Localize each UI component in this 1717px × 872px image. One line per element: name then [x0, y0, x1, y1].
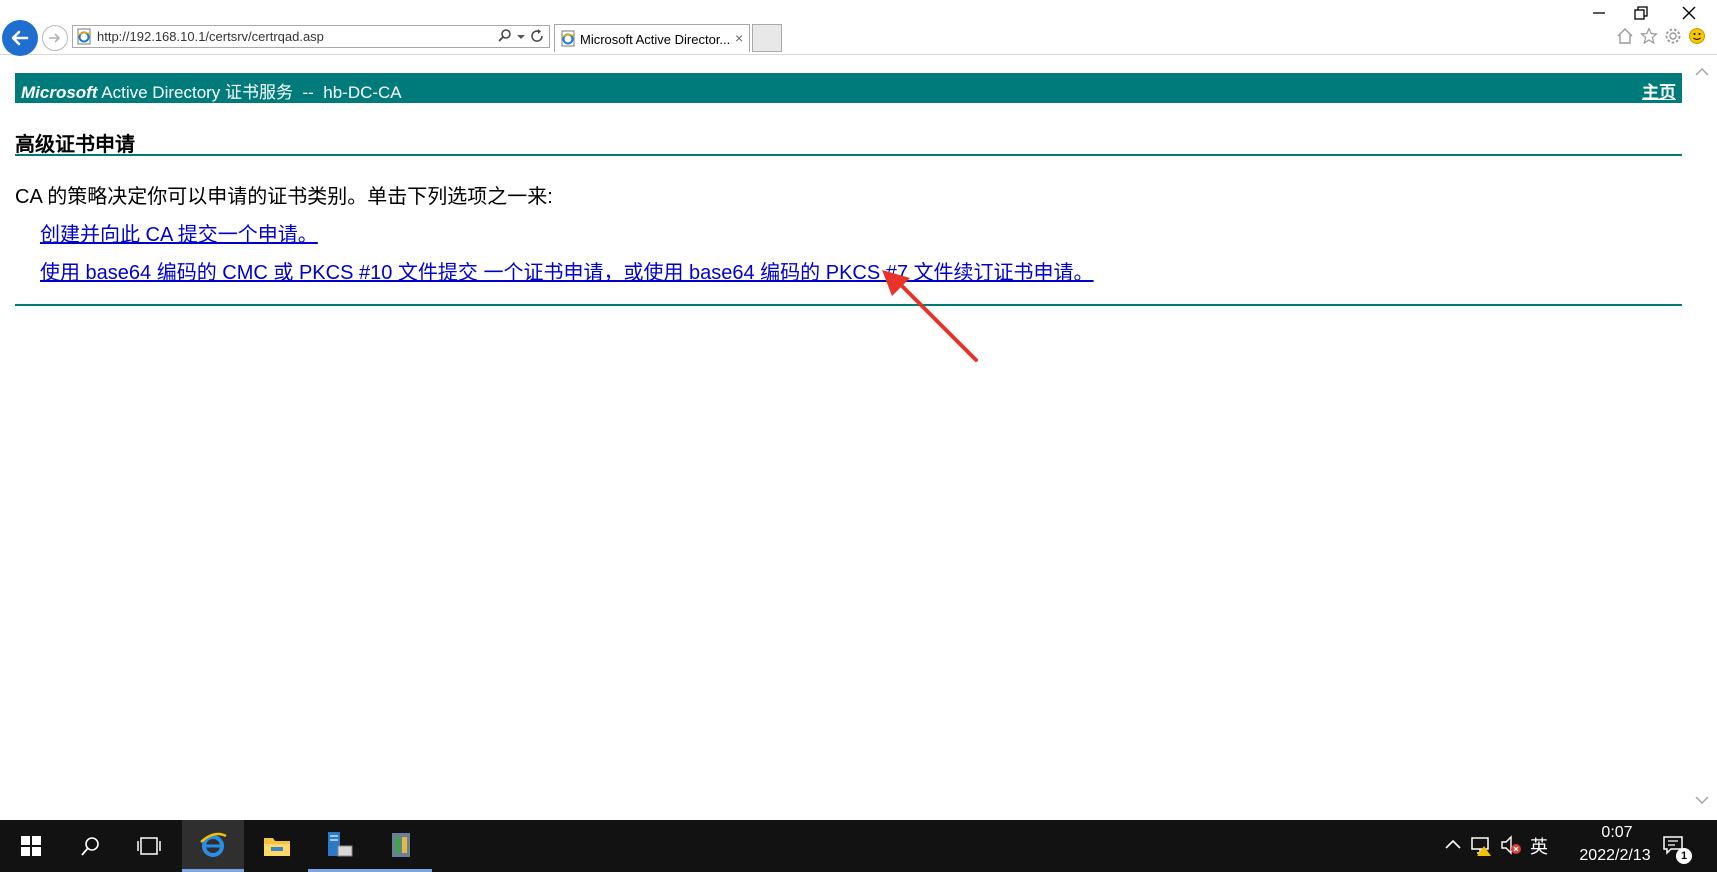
annotation-arrow	[882, 270, 978, 362]
banner-service-name: Active Directory 证书服务 -- hb-DC-CA	[97, 83, 402, 102]
clock-time[interactable]: 0:07	[1572, 824, 1662, 842]
taskbar-search-button[interactable]	[60, 820, 122, 872]
tab-close-icon[interactable]: ×	[735, 30, 743, 46]
address-url[interactable]: http://192.168.10.1/certsrv/certrqad.asp	[97, 29, 324, 44]
intro-text: CA 的策略决定你可以申请的证书类别。单击下列选项之一来:	[15, 186, 553, 208]
forward-arrow-icon	[49, 33, 61, 43]
ie-page-icon	[561, 30, 576, 47]
gear-icon[interactable]	[1664, 27, 1682, 45]
restore-icon[interactable]	[1630, 2, 1652, 24]
header-banner: Microsoft Active Directory 证书服务 -- hb-DC…	[15, 73, 1682, 103]
clock-date[interactable]: 2022/2/13	[1560, 847, 1670, 865]
divider-top	[15, 154, 1682, 156]
taskbar-server-manager[interactable]	[308, 820, 370, 872]
taskbar-ie-app[interactable]	[182, 820, 244, 872]
star-icon[interactable]	[1640, 27, 1658, 45]
tab-title: Microsoft Active Director...	[580, 32, 731, 47]
server-manager-icon	[328, 831, 353, 856]
chevron-down-icon[interactable]	[516, 28, 526, 44]
banner-brand: Microsoft	[21, 83, 98, 102]
start-button[interactable]	[0, 820, 62, 872]
taskbar-file-explorer[interactable]	[246, 820, 308, 872]
create-request-link[interactable]: 创建并向此 CA 提交一个申请。	[40, 218, 318, 247]
back-arrow-icon	[11, 30, 29, 46]
forward-button[interactable]	[42, 25, 68, 51]
divider-bottom	[15, 304, 1682, 306]
home-icon[interactable]	[1616, 27, 1634, 45]
banner-title: Microsoft Active Directory 证书服务 -- hb-DC…	[21, 78, 402, 103]
home-link[interactable]: 主页	[1642, 78, 1676, 103]
address-bar[interactable]: http://192.168.10.1/certsrv/certrqad.asp	[72, 25, 550, 48]
scroll-down-icon[interactable]	[1695, 795, 1709, 805]
admin-tools-icon	[392, 832, 410, 857]
smiley-icon[interactable]	[1688, 27, 1706, 45]
notification-count-badge: 1	[1676, 848, 1692, 864]
back-button[interactable]	[2, 20, 38, 56]
windows-taskbar: 英 0:07 2022/2/13 1	[0, 820, 1717, 872]
taskbar-admin-tool[interactable]	[370, 820, 432, 872]
network-warning-icon[interactable]	[1470, 834, 1492, 856]
vertical-scrollbar[interactable]	[1688, 55, 1717, 819]
task-view-button[interactable]	[118, 820, 180, 872]
speaker-muted-icon[interactable]	[1500, 834, 1522, 856]
chevron-up-icon[interactable]	[1442, 834, 1464, 856]
windows-logo-icon	[21, 836, 41, 856]
close-icon[interactable]	[1678, 2, 1700, 24]
search-icon[interactable]	[497, 28, 513, 44]
scroll-up-icon[interactable]	[1695, 67, 1709, 77]
refresh-icon[interactable]	[529, 28, 545, 44]
internet-explorer-icon	[200, 832, 227, 857]
browser-chrome: http://192.168.10.1/certsrv/certrqad.asp…	[0, 0, 1717, 56]
browser-tab[interactable]: Microsoft Active Director... ×	[554, 24, 750, 52]
folder-icon	[264, 838, 290, 856]
new-tab-button[interactable]	[752, 24, 782, 52]
ie-page-icon	[77, 28, 92, 45]
page-title: 高级证书申请	[15, 134, 135, 156]
search-icon	[81, 837, 99, 856]
input-method-indicator[interactable]: 英	[1530, 833, 1548, 859]
minimize-icon[interactable]	[1588, 2, 1610, 24]
task-view-icon	[137, 837, 161, 855]
